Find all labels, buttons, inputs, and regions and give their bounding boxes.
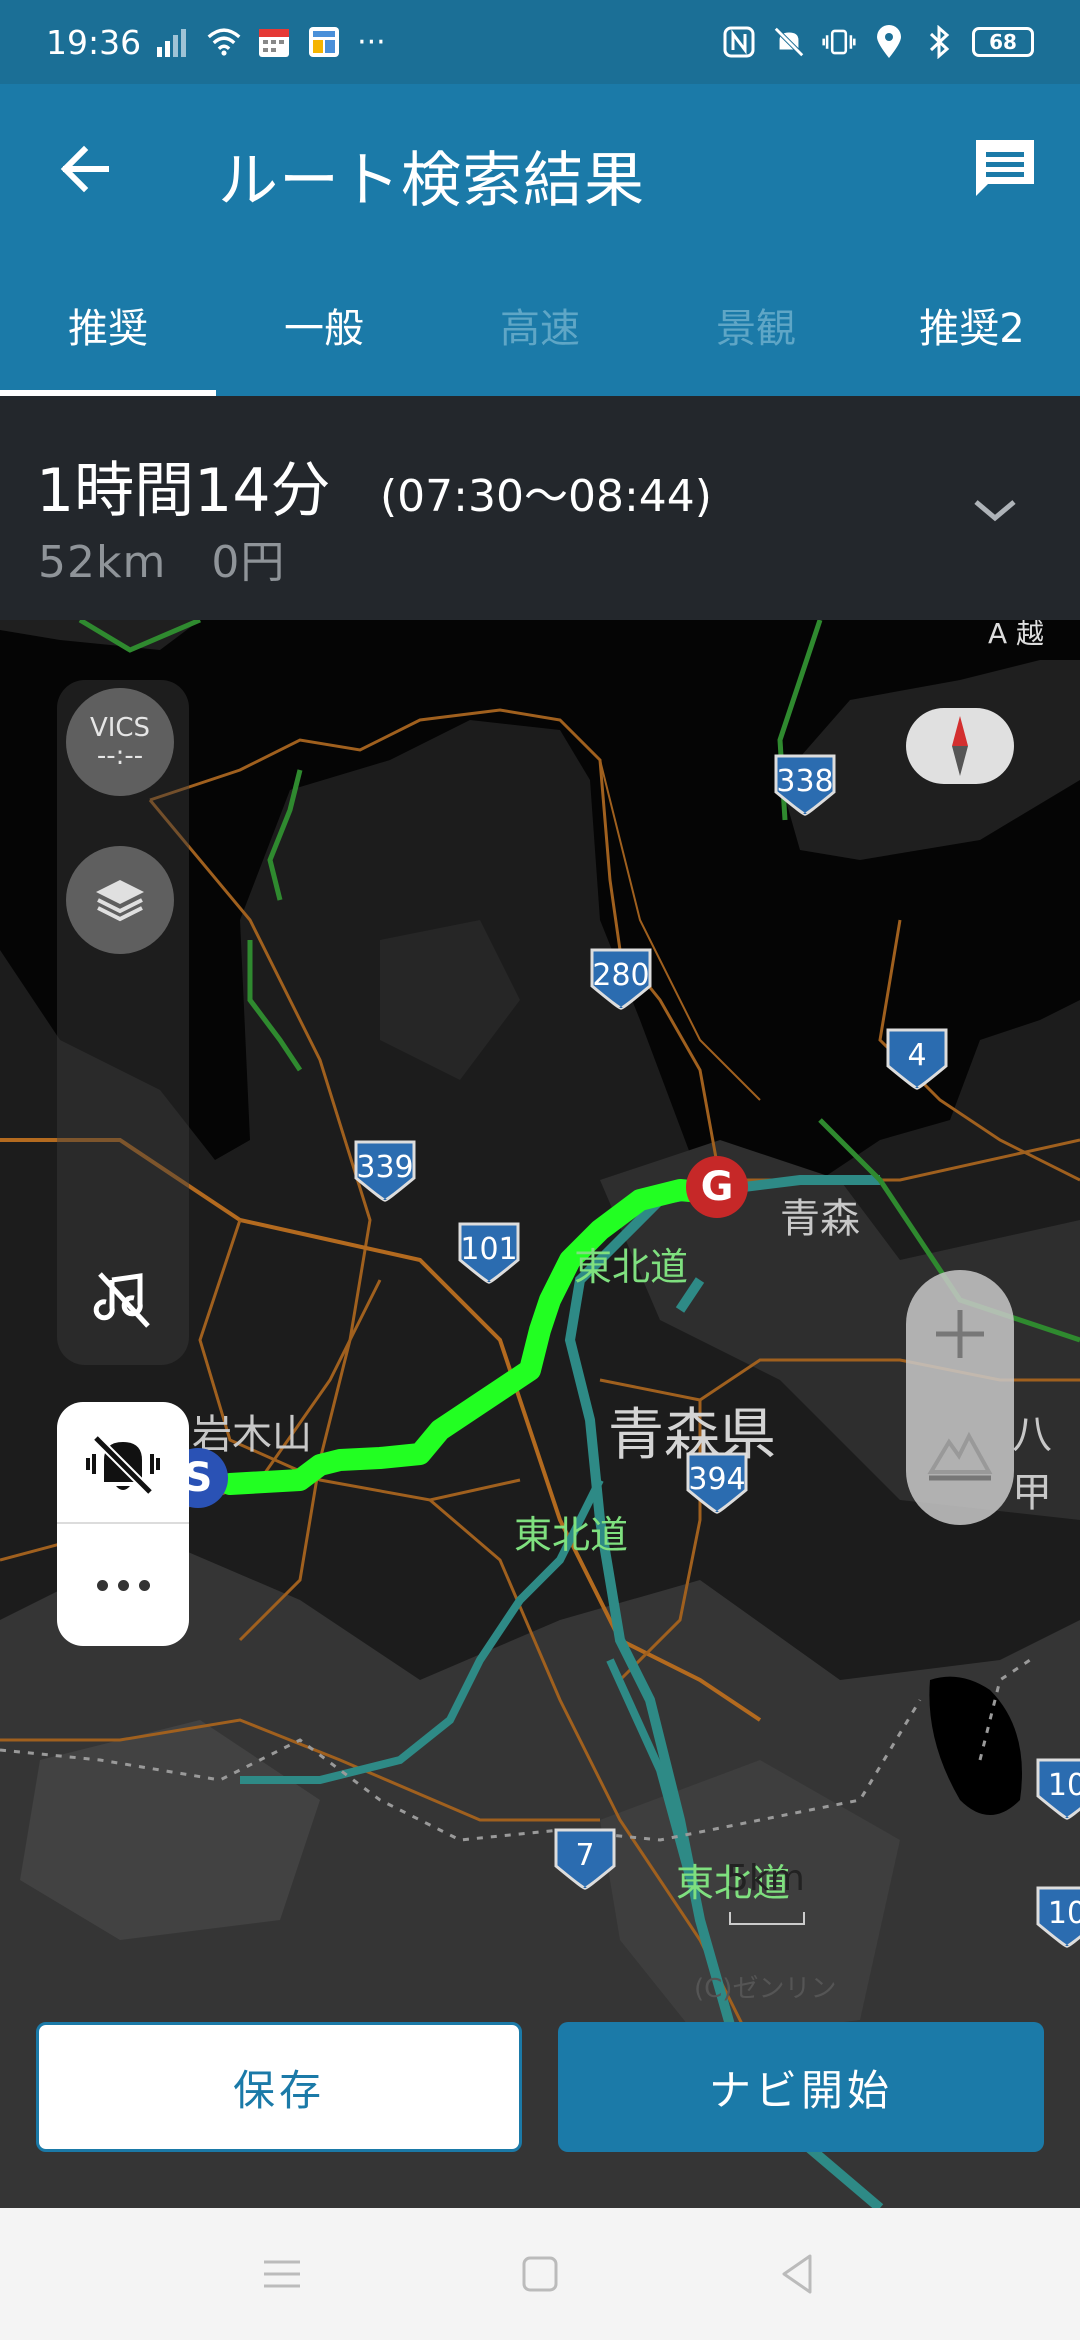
chevron-down-icon[interactable] <box>966 482 1024 540</box>
status-time: 19:36 <box>46 22 142 62</box>
route-shield-label: 7 <box>575 1837 595 1873</box>
route-shield-label: 101 <box>460 1231 518 1267</box>
route-shield-label: 339 <box>356 1149 414 1185</box>
route-summary[interactable]: 1時間14分 (07:30〜08:44) 52km 0円 <box>0 396 1080 620</box>
save-button[interactable]: 保存 <box>36 2022 522 2152</box>
route-shield-339: 339 <box>352 1138 418 1202</box>
tab-highway: 高速 <box>500 306 580 352</box>
home-icon[interactable] <box>510 2244 570 2304</box>
route-time-range: (07:30〜08:44) <box>380 471 712 522</box>
page-title: ルート検索結果 <box>218 146 645 216</box>
location-icon <box>872 25 906 59</box>
tab-scenic: 景観 <box>716 306 796 352</box>
route-shield-4: 4 <box>884 1026 950 1090</box>
signal-icon <box>157 25 191 59</box>
music-off-icon[interactable] <box>92 1268 156 1332</box>
vics-button[interactable]: VICS --:-- <box>66 688 174 796</box>
scale-bar <box>729 1912 805 1925</box>
route-shield-label: 394 <box>688 1461 746 1497</box>
place-label-aomori: 青森 <box>780 1196 860 1242</box>
tab-recommended[interactable]: 推奨 <box>0 254 216 396</box>
divider <box>57 1522 189 1524</box>
route-shield-394: 394 <box>684 1450 750 1514</box>
app-bar: ルート検索結果 <box>0 84 1080 254</box>
system-nav-bar <box>0 2208 1080 2340</box>
tab-general[interactable]: 一般 <box>216 254 432 396</box>
route-shield-338: 338 <box>772 752 838 816</box>
highway-label-1: 東北道 <box>574 1245 689 1289</box>
bluetooth-icon <box>922 25 956 59</box>
vics-time: --:-- <box>96 741 144 771</box>
nfc-icon <box>722 25 756 59</box>
arrow-left-icon[interactable] <box>50 134 120 204</box>
app-icon <box>307 25 341 59</box>
route-shield-label: 4 <box>907 1037 927 1073</box>
notification-off-icon[interactable] <box>84 1430 162 1498</box>
route-shield-280: 280 <box>588 946 654 1010</box>
route-shield-7: 7 <box>552 1826 618 1890</box>
compass-icon[interactable] <box>906 708 1014 784</box>
scale-label: 5km <box>726 1858 805 1899</box>
vics-label: VICS <box>89 713 151 743</box>
zoom-out-icon[interactable] <box>906 1402 1014 1502</box>
start-navigation-button[interactable]: ナビ開始 <box>558 2022 1044 2152</box>
route-shield-label: 280 <box>592 957 650 993</box>
route-shield-label: 10 <box>1047 1895 1080 1931</box>
route-duration: 1時間14分 <box>36 456 331 526</box>
zoom-in-icon[interactable] <box>906 1284 1014 1384</box>
route-shield-label: 338 <box>776 763 834 799</box>
calendar-icon <box>257 25 291 59</box>
route-shield-label: 10 <box>1047 1767 1080 1803</box>
top-sign: A 越 <box>988 620 1045 650</box>
status-bar: 19:36 ··· 68 <box>0 0 1080 84</box>
highway-label-2: 東北道 <box>514 1513 629 1557</box>
back-icon[interactable] <box>768 2244 828 2304</box>
wifi-icon <box>207 25 241 59</box>
more-icon[interactable] <box>82 1560 164 1610</box>
menu-icon[interactable] <box>252 2244 312 2304</box>
message-icon[interactable] <box>972 136 1042 206</box>
goal-marker[interactable]: G <box>686 1156 748 1218</box>
copyright-label: (C)ゼンリン <box>694 1974 837 2004</box>
place-label-hakkoda: 八甲 <box>1012 1412 1052 1516</box>
battery-icon: 68 <box>972 27 1034 57</box>
vibrate-icon <box>822 25 856 59</box>
status-more: ··· <box>357 24 386 60</box>
route-distance-cost: 52km 0円 <box>38 537 286 588</box>
tab-recommended-2[interactable]: 推奨2 <box>864 254 1080 396</box>
layers-icon[interactable] <box>66 846 174 954</box>
route-tabs: 推奨 一般 高速 景観 推奨2 <box>0 254 1080 396</box>
vibrate-off-icon <box>772 25 806 59</box>
route-shield-101: 101 <box>456 1220 522 1284</box>
route-shield-10b: 10 <box>1034 1884 1080 1948</box>
route-shield-10a: 10 <box>1034 1756 1080 1820</box>
